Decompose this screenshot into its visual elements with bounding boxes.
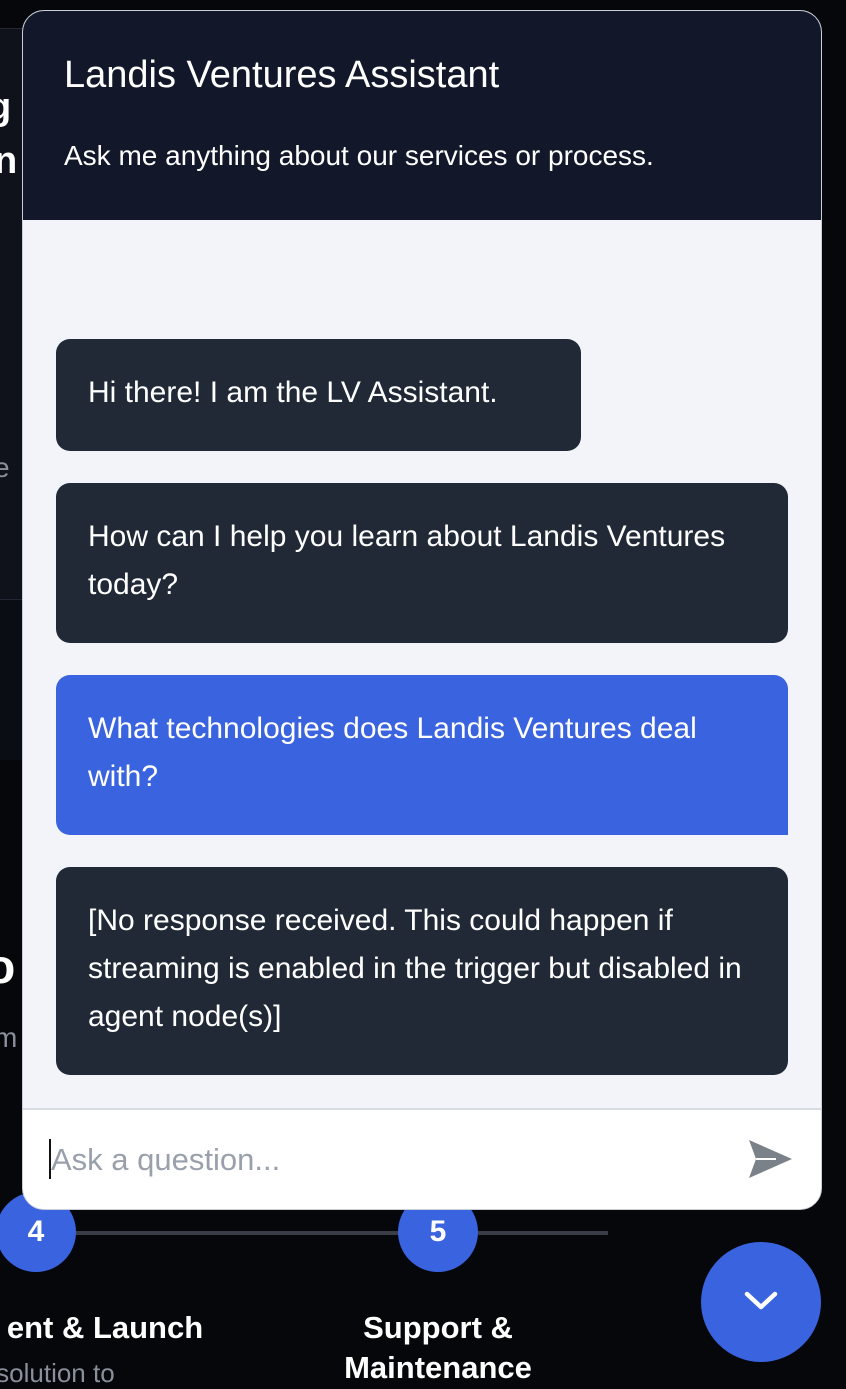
chat-subtitle: Ask me anything about our services or pr… [64, 140, 654, 171]
user-message: What technologies does Landis Ventures d… [56, 675, 788, 835]
chat-title: Landis Ventures Assistant [64, 54, 500, 96]
step-description: he solution to [0, 1358, 115, 1388]
send-button[interactable] [745, 1136, 795, 1184]
bot-message: Hi there! I am the LV Assistant. [56, 339, 581, 451]
chat-input-bar [23, 1108, 821, 1209]
background-heading-fragment: o [0, 941, 16, 994]
chat-widget: Landis Ventures Assistant Ask me anythin… [22, 10, 822, 1210]
background-text-fragment: e [0, 452, 10, 483]
bot-message: How can I help you learn about Landis Ve… [56, 483, 788, 643]
bot-message: [No response received. This could happen… [56, 867, 788, 1075]
chat-header: Landis Ventures Assistant Ask me anythin… [23, 11, 821, 220]
step-title: Support & Maintenance [344, 1310, 532, 1385]
background-heading-fragment: n [0, 140, 18, 182]
chat-toggle-button[interactable] [701, 1242, 821, 1362]
text-caret [49, 1139, 51, 1179]
send-icon [746, 1139, 794, 1184]
background-heading-fragment: g [0, 86, 11, 129]
process-connector-line [478, 1231, 608, 1235]
message-list: Hi there! I am the LV Assistant. How can… [23, 220, 821, 1108]
background-text-fragment: m [0, 1022, 18, 1053]
step-title: ent & Launch [6, 1310, 204, 1345]
chevron-down-icon [743, 1290, 779, 1315]
question-input[interactable] [49, 1136, 713, 1184]
